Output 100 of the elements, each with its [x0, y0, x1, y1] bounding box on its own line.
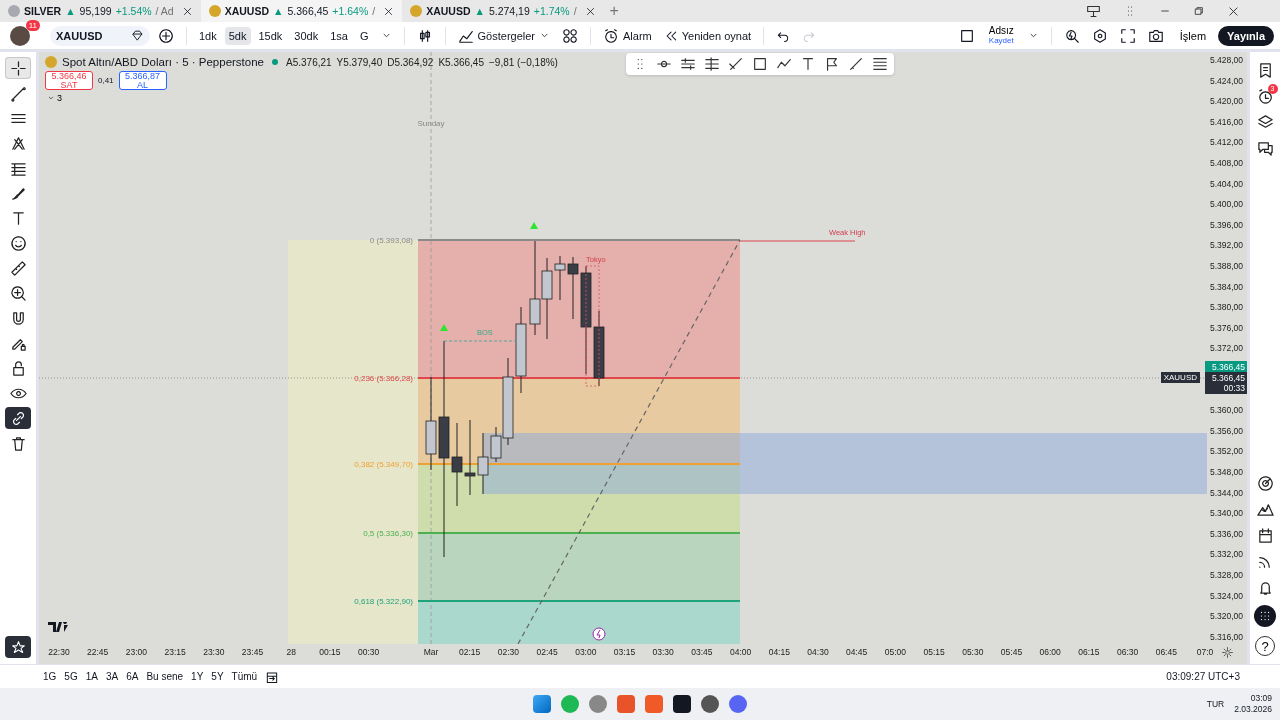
range-button[interactable]: 1Y: [188, 669, 207, 684]
quick-search-icon: [1063, 27, 1080, 44]
language-indicator[interactable]: TUR: [1206, 699, 1225, 709]
price-tick: 5.356,00: [1209, 425, 1243, 436]
time-tick: 03:00: [575, 647, 597, 657]
price-tick: 5.324,00: [1209, 590, 1243, 601]
square-icon: [958, 27, 975, 44]
drawing-tool-button[interactable]: [5, 407, 31, 429]
drawing-toolbar-button[interactable]: [728, 56, 744, 72]
time-tick: 03:15: [613, 647, 636, 657]
taskbar-time: 03:09: [1250, 693, 1272, 704]
alarm-button[interactable]: Alarm: [599, 24, 656, 47]
price-tick: 5.392,00: [1209, 240, 1243, 251]
interval-button[interactable]: G: [355, 26, 373, 45]
layers-button[interactable]: [1256, 114, 1274, 131]
interval-button[interactable]: 1dk: [195, 26, 221, 45]
sell-button[interactable]: 5.366,46 SAT: [45, 71, 93, 90]
interval-button[interactable]: 30dk: [290, 26, 323, 45]
taskbar-app[interactable]: [701, 695, 719, 713]
range-button[interactable]: 5Y: [208, 669, 227, 684]
time-tick: 23:15: [164, 647, 186, 657]
symbol-tab[interactable]: XAUUSD ▲ 5.274,19 +1.74% /: [402, 0, 604, 22]
fullscreen-icon: [1119, 27, 1136, 44]
drawing-tool-button[interactable]: [5, 57, 31, 79]
taskbar-app[interactable]: [729, 695, 747, 713]
triangle-up-icon: [440, 324, 448, 331]
drawing-toolbar-button[interactable]: [800, 56, 816, 72]
time-tick: 22:45: [87, 647, 109, 657]
drawing-toolbar-button[interactable]: [752, 56, 768, 72]
drawing-toolbar-button[interactable]: [872, 56, 888, 72]
indicators-toggle[interactable]: 3: [45, 93, 558, 103]
apps-button[interactable]: [1254, 605, 1276, 627]
price-tick: 5.328,00: [1209, 570, 1243, 580]
panel-icon: [1086, 3, 1101, 19]
start-button[interactable]: [533, 695, 551, 713]
alarm-clock-icon: [603, 27, 619, 44]
horizontal-lines-icon: [680, 56, 696, 72]
lightning-icon[interactable]: [592, 627, 606, 641]
interval-button[interactable]: 5dk: [224, 26, 251, 45]
price-tick: 5.340,00: [1209, 508, 1243, 519]
time-tick: 23:30: [203, 647, 225, 657]
time-tick: 06:45: [1155, 647, 1177, 657]
calendar-button[interactable]: [1256, 527, 1274, 544]
layout-name-button[interactable]: Adsız Kaydet: [982, 25, 1020, 46]
buy-button[interactable]: 5.366,87 AL: [118, 71, 167, 90]
spread-value: 0,41: [98, 76, 114, 85]
range-button[interactable]: Tümü: [228, 669, 261, 684]
range-button[interactable]: Bu sene: [143, 669, 187, 684]
interval-button[interactable]: 1sa: [326, 26, 352, 45]
range-button[interactable]: 1G: [40, 669, 60, 684]
ideas-button[interactable]: [1256, 501, 1274, 518]
symbol-search-field[interactable]: XAUUSD: [50, 25, 150, 46]
range-button[interactable]: 3A: [102, 669, 122, 684]
flag-icon: [824, 56, 840, 72]
time-tick: 02:15: [459, 647, 481, 657]
taskbar-app[interactable]: [673, 695, 691, 713]
new-tab-button[interactable]: +: [603, 2, 625, 20]
restore-icon: [1193, 5, 1205, 17]
price-tick: 5.332,00: [1209, 549, 1243, 560]
range-button[interactable]: 6A: [123, 669, 142, 684]
taskbar-date: 2.03.2026: [1234, 704, 1272, 715]
help-button[interactable]: ?: [1255, 636, 1275, 656]
camera-icon: [1147, 27, 1164, 44]
indicators-button[interactable]: Göstergeler: [453, 24, 554, 47]
close-icon: [181, 5, 193, 17]
avatar[interactable]: [10, 25, 30, 46]
pitchfork-icon: [9, 134, 27, 152]
time-tick: 03:45: [691, 647, 713, 657]
drawing-toolbar-button[interactable]: [824, 56, 840, 72]
range-button[interactable]: 5G: [61, 669, 81, 684]
close-icon: [1227, 4, 1240, 18]
trash-icon: [9, 434, 27, 452]
time-tick: Mar: [423, 647, 439, 657]
favorites-button[interactable]: [5, 636, 31, 658]
status-dot: [272, 59, 278, 65]
drawing-toolbar-button[interactable]: [680, 56, 696, 72]
price-tick: 5.372,00: [1209, 343, 1243, 354]
symbol-tab[interactable]: SILVER ▲ 95,199 +1.54% / Ad: [0, 0, 201, 22]
chat-button[interactable]: [1256, 140, 1274, 157]
fibonacci-level-label: 0,382 (5.349,70): [354, 460, 413, 469]
price-tick: 5.408,00: [1209, 158, 1243, 168]
time-tick: 06:00: [1039, 647, 1061, 657]
interval-button[interactable]: 15dk: [254, 26, 287, 45]
ohlc-value: D5.364,92: [387, 56, 434, 68]
drawing-toolbar-button[interactable]: [704, 56, 720, 72]
publish-button[interactable]: Yayınla: [1218, 25, 1274, 46]
close-icon: [584, 5, 596, 17]
fibonacci-icon: [704, 56, 720, 72]
price-tick: 5.316,00: [1209, 631, 1243, 642]
time-tick: 03:30: [652, 647, 674, 657]
replay-button[interactable]: Yeniden oynat: [659, 25, 756, 46]
fibonacci-level-label: 0 (5.393,08): [369, 236, 413, 245]
symbol-tab[interactable]: XAUUSD ▲ 5.366,45 +1.64% /: [200, 0, 403, 22]
price-tick: 5.396,00: [1209, 219, 1243, 230]
drawing-toolbar-button[interactable]: [848, 56, 864, 72]
target-button[interactable]: [1256, 475, 1274, 492]
price-tick: 5.424,00: [1209, 75, 1243, 86]
range-button[interactable]: 1A: [82, 669, 101, 684]
time-tick: 04:00: [729, 647, 752, 657]
close-icon: [383, 5, 395, 17]
